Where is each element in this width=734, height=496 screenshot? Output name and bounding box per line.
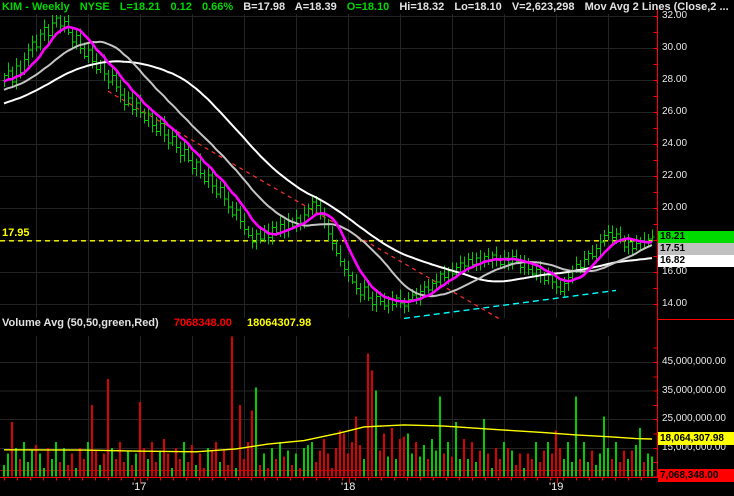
volume-avg-name: Volume Avg (50,50,green,Red) [2, 317, 159, 329]
price-axis-label: 14.00 [662, 298, 688, 309]
bid: B=17.98 [243, 1, 286, 13]
volume: V=2,623,298 [511, 1, 575, 13]
price-badge: 16.82 [658, 255, 734, 267]
horizontal-level-label: 17.95 [2, 227, 30, 239]
low-price: Lo=18.10 [454, 1, 502, 13]
price-axis-label: 20.00 [662, 202, 688, 213]
price-axis-label: 26.00 [662, 106, 688, 117]
volume-avg-red-value: 7068348.00 [173, 317, 232, 329]
volume-axis-label: 25,000,000.00 [662, 413, 726, 424]
quote-bar: KIM - Weekly NYSE L=18.21 0.12 0.66% B=1… [2, 1, 734, 13]
volume-axis-label: 35,000,000.00 [662, 385, 726, 396]
year-label: '18 [341, 481, 356, 493]
ask: A=18.39 [294, 1, 337, 13]
indicator-label: Mov Avg 2 Lines (Close,2 ... [584, 1, 729, 13]
price-axis-label: 16.00 [662, 266, 688, 277]
volume-axis-label: 45,000,000.00 [662, 356, 726, 367]
price-axis-label: 28.00 [662, 74, 688, 85]
last-price: L=18.21 [119, 1, 161, 13]
price-axis-label: 24.00 [662, 138, 688, 149]
high-price: Hi=18.32 [399, 1, 445, 13]
chart-window: KIM - Weekly NYSE L=18.21 0.12 0.66% B=1… [0, 0, 734, 496]
volume-indicator-header: Volume Avg (50,50,green,Red) 7068348.00 … [2, 317, 323, 329]
exchange: NYSE [79, 1, 110, 13]
percent-change: 0.66% [201, 1, 234, 13]
price-axis-label: 32.00 [662, 10, 688, 21]
volume-badge: 18,064,307.98 [658, 432, 734, 445]
price-badge: 17.51 [658, 243, 734, 255]
year-label: '17 [132, 481, 147, 493]
year-label: '19 [549, 481, 564, 493]
price-badge: 18.21 [658, 231, 734, 243]
price-axis-label: 30.00 [662, 42, 688, 53]
net-change: 0.12 [170, 1, 192, 13]
open-price: O=18.10 [346, 1, 390, 13]
price-axis-label: 22.00 [662, 170, 688, 181]
volume-badge: 7,068,348.00 [658, 469, 734, 482]
symbol-interval: KIM - Weekly [2, 1, 70, 13]
price-volume-chart[interactable] [0, 0, 734, 496]
volume-avg-yellow-value: 18064307.98 [246, 317, 312, 329]
